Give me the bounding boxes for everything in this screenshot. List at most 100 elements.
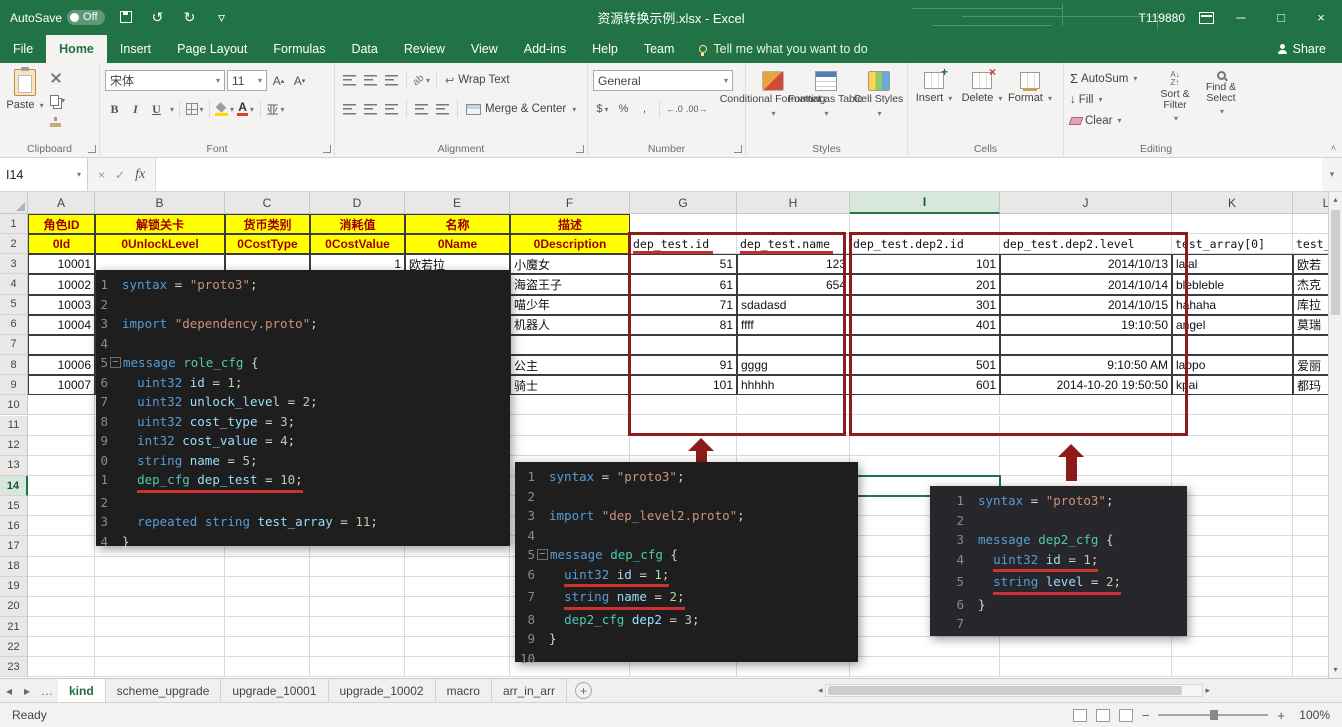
cell-A10[interactable]: [28, 395, 95, 415]
alignment-dialog-launcher[interactable]: [576, 145, 584, 153]
cell-styles-button[interactable]: Cell Styles▾: [852, 65, 905, 119]
cell-E22[interactable]: [405, 637, 510, 657]
close-button[interactable]: ×: [1308, 10, 1334, 25]
cell-D23[interactable]: [310, 657, 405, 677]
fill-button[interactable]: ↓Fill▾: [1070, 89, 1137, 110]
cell-C19[interactable]: [225, 577, 310, 597]
cell-K21[interactable]: [1172, 617, 1293, 637]
cell-K6[interactable]: angel: [1172, 315, 1293, 335]
cell-C20[interactable]: [225, 597, 310, 617]
cancel-button[interactable]: ×: [98, 168, 105, 182]
percent-style-button[interactable]: %: [614, 99, 633, 119]
ribbon-tab-data[interactable]: Data: [338, 35, 390, 63]
cell-C23[interactable]: [225, 657, 310, 677]
cell-K14[interactable]: [1172, 476, 1293, 496]
underline-button[interactable]: U: [147, 99, 166, 119]
cell-F6[interactable]: 机器人: [510, 315, 630, 335]
column-header-H[interactable]: H: [737, 192, 850, 214]
horizontal-scrollbar[interactable]: ◂ ▸: [818, 682, 1210, 699]
cell-K1[interactable]: [1172, 214, 1293, 234]
row-header-14[interactable]: 14: [0, 476, 28, 496]
redo-button[interactable]: ↻: [179, 9, 201, 26]
cell-A20[interactable]: [28, 597, 95, 617]
merge-center-button[interactable]: Merge & Center▾: [463, 99, 579, 119]
cell-L19[interactable]: [1293, 577, 1328, 597]
vertical-scrollbar[interactable]: ▴ ▾: [1328, 192, 1342, 678]
row-header-22[interactable]: 22: [0, 637, 28, 657]
clear-button[interactable]: Clear▾: [1070, 110, 1137, 131]
cell-L20[interactable]: [1293, 597, 1328, 617]
cell-K11[interactable]: [1172, 416, 1293, 436]
number-format-select[interactable]: General▾: [593, 70, 733, 91]
cell-A5[interactable]: 10003: [28, 295, 95, 315]
row-header-7[interactable]: 7: [0, 335, 28, 355]
borders-button[interactable]: ▾: [185, 99, 204, 119]
row-header-13[interactable]: 13: [0, 456, 28, 476]
maximize-button[interactable]: □: [1268, 10, 1294, 25]
collapse-ribbon-button[interactable]: ˄: [1331, 143, 1336, 153]
cell-A22[interactable]: [28, 637, 95, 657]
cell-E23[interactable]: [405, 657, 510, 677]
italic-button[interactable]: I: [126, 99, 145, 119]
increase-decimal-button[interactable]: ←.0: [665, 99, 684, 119]
decrease-indent-button[interactable]: [412, 99, 431, 119]
phonetic-guide-button[interactable]: 亚▾: [266, 99, 285, 119]
zoom-level[interactable]: 100%: [1294, 708, 1330, 722]
row-header-6[interactable]: 6: [0, 315, 28, 335]
cell-E21[interactable]: [405, 617, 510, 637]
cell-L22[interactable]: [1293, 637, 1328, 657]
row-header-5[interactable]: 5: [0, 295, 28, 315]
cell-K9[interactable]: kpai: [1172, 375, 1293, 395]
cell-F5[interactable]: 喵少年: [510, 295, 630, 315]
row-header-17[interactable]: 17: [0, 536, 28, 556]
formula-input[interactable]: [156, 158, 1322, 191]
conditional-formatting-button[interactable]: Conditional Formatting▾: [746, 65, 799, 119]
align-top-button[interactable]: [340, 70, 359, 90]
cell-K12[interactable]: [1172, 436, 1293, 456]
minimize-button[interactable]: ─: [1228, 10, 1254, 25]
cell-L11[interactable]: [1293, 416, 1328, 436]
cell-K3[interactable]: lalal: [1172, 254, 1293, 274]
cell-A17[interactable]: [28, 536, 95, 556]
row-header-21[interactable]: 21: [0, 617, 28, 637]
cell-A12[interactable]: [28, 436, 95, 456]
cell-D22[interactable]: [310, 637, 405, 657]
cell-C2[interactable]: 0CostType: [225, 234, 310, 254]
cell-D18[interactable]: [310, 557, 405, 577]
cell-B22[interactable]: [95, 637, 225, 657]
align-bottom-button[interactable]: [382, 70, 401, 90]
column-header-C[interactable]: C: [225, 192, 310, 214]
decrease-decimal-button[interactable]: .00→: [686, 99, 708, 119]
row-header-20[interactable]: 20: [0, 597, 28, 617]
cell-J23[interactable]: [1000, 657, 1172, 677]
row-header-2[interactable]: 2: [0, 234, 28, 254]
cell-K16[interactable]: [1172, 516, 1293, 536]
cell-A14[interactable]: [28, 476, 95, 496]
formula-bar-expand[interactable]: ▾: [1322, 158, 1342, 191]
font-size-select[interactable]: 11▾: [227, 70, 267, 91]
cell-B1[interactable]: 解锁关卡: [95, 214, 225, 234]
cell-L9[interactable]: 都玛: [1293, 375, 1328, 395]
select-all-corner[interactable]: [0, 192, 28, 214]
cell-F8[interactable]: 公主: [510, 355, 630, 375]
column-header-E[interactable]: E: [405, 192, 510, 214]
new-sheet-button[interactable]: +: [567, 679, 600, 702]
cut-button[interactable]: [50, 69, 65, 87]
cell-D2[interactable]: 0CostValue: [310, 234, 405, 254]
cell-A21[interactable]: [28, 617, 95, 637]
cell-F2[interactable]: 0Description: [510, 234, 630, 254]
scroll-up-arrow[interactable]: ▴: [1329, 192, 1342, 208]
ribbon-tab-add-ins[interactable]: Add-ins: [511, 35, 579, 63]
cell-J12[interactable]: [1000, 436, 1172, 456]
sheet-tab-macro[interactable]: macro: [436, 679, 492, 702]
cell-D21[interactable]: [310, 617, 405, 637]
share-button[interactable]: Share: [1261, 35, 1342, 63]
cell-L2[interactable]: test_array[1]: [1293, 234, 1328, 254]
undo-button[interactable]: ↺: [147, 9, 169, 26]
clipboard-dialog-launcher[interactable]: [88, 145, 96, 153]
horizontal-scrollbar-thumb[interactable]: [828, 686, 1182, 695]
cell-A4[interactable]: 10002: [28, 274, 95, 294]
cell-L16[interactable]: [1293, 516, 1328, 536]
scroll-right-arrow[interactable]: ▸: [1205, 685, 1210, 696]
insert-cells-button[interactable]: Insert ▾: [910, 65, 958, 104]
